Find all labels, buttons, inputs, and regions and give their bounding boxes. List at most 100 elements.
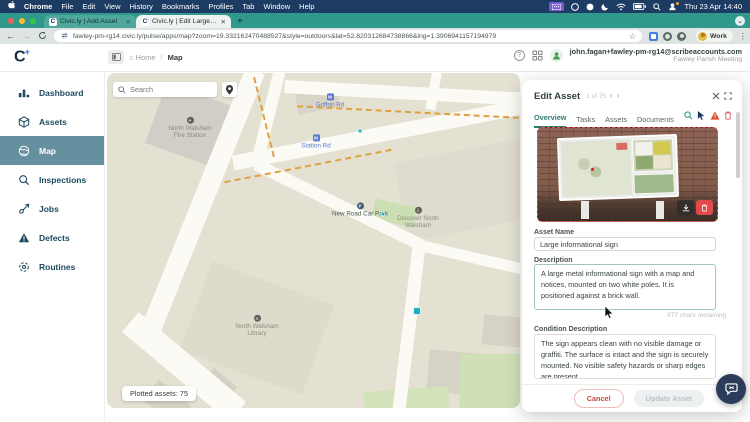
map-poi-library[interactable]: ≡ North Walsham Library	[231, 314, 283, 337]
tab-overview[interactable]: Overview	[534, 113, 567, 128]
map-canvas[interactable]: + North Walsham Fire Station M Griffon R…	[107, 73, 520, 408]
wifi-icon[interactable]	[616, 3, 626, 11]
asset-name-input[interactable]	[534, 237, 716, 251]
close-tab-icon[interactable]: ✕	[221, 18, 226, 26]
map-layers-button[interactable]	[222, 82, 237, 97]
sidebar-item-routines[interactable]: Routines	[0, 252, 104, 281]
menubar-clock[interactable]: Thu 23 Apr 14:40	[684, 2, 742, 11]
browser-tab-edit-asset[interactable]: C- Civic.ly | Edit Large informati... ✕	[136, 15, 231, 28]
panel-scrollbar[interactable]	[736, 112, 740, 178]
fire-station-icon: +	[186, 116, 194, 124]
poi-label: North Walsham Fire Station	[168, 124, 212, 139]
sidebar-item-assets[interactable]: Assets	[0, 107, 104, 136]
extension-icon-circle[interactable]	[663, 31, 672, 41]
menu-tab[interactable]: Tab	[242, 2, 254, 11]
close-panel-button[interactable]	[712, 87, 720, 105]
sidebar-item-map[interactable]: Map	[0, 136, 104, 165]
menu-window[interactable]: Window	[263, 2, 290, 11]
description-textarea[interactable]: A large metal informational sign with a …	[534, 264, 716, 310]
condition-description-textarea[interactable]: The sign appears clean with no visible d…	[534, 334, 716, 379]
chrome-menu-icon[interactable]: ⋮	[739, 32, 747, 41]
next-asset-button[interactable]: ›	[617, 92, 620, 100]
status-icon[interactable]	[571, 2, 580, 11]
sidebar-item-jobs[interactable]: Jobs	[0, 194, 104, 223]
menu-edit[interactable]: Edit	[82, 2, 95, 11]
site-settings-icon[interactable]	[60, 27, 69, 45]
chat-fab-button[interactable]	[716, 374, 746, 404]
sidebar-item-dashboard[interactable]: Dashboard	[0, 78, 104, 107]
asset-marker[interactable]	[380, 211, 386, 217]
minimize-window-button[interactable]	[19, 17, 25, 24]
cancel-button[interactable]: Cancel	[573, 389, 624, 408]
extensions-menu-icon[interactable]	[677, 31, 686, 41]
poi-label: Station Rd	[301, 142, 331, 150]
battery-icon	[633, 3, 647, 10]
sidebar-toggle-button[interactable]	[108, 50, 124, 64]
map-search-input[interactable]	[130, 85, 210, 94]
panel-title: Edit Asset	[534, 90, 581, 102]
menu-profiles[interactable]: Profiles	[208, 2, 233, 11]
delete-asset-icon[interactable]	[724, 107, 732, 125]
window-controls[interactable]	[0, 13, 44, 28]
asset-marker-selected[interactable]	[413, 307, 421, 315]
asset-marker[interactable]	[357, 128, 363, 134]
sidebar-item-label: Routines	[39, 261, 76, 272]
moon-icon[interactable]	[601, 3, 609, 11]
inspect-asset-icon[interactable]	[684, 107, 693, 125]
forward-button: →	[22, 31, 31, 41]
expand-panel-button[interactable]	[724, 87, 732, 105]
wrench-icon	[19, 203, 30, 214]
update-asset-button[interactable]: Update Asset	[633, 390, 704, 407]
user-avatar[interactable]	[549, 49, 563, 63]
focus-mode-icon[interactable]	[668, 2, 680, 11]
sidebar-item-label: Assets	[39, 116, 67, 127]
menu-chrome[interactable]: Chrome	[24, 2, 52, 11]
apps-grid-button[interactable]	[532, 50, 543, 61]
help-button[interactable]: ?	[513, 50, 525, 62]
menu-bookmarks[interactable]: Bookmarks	[162, 2, 200, 11]
map-poi-fire-station[interactable]: + North Walsham Fire Station	[164, 116, 216, 139]
profile-name: Work	[710, 32, 727, 40]
spotlight-icon[interactable]	[653, 2, 661, 11]
civic-logo[interactable]: C+	[14, 47, 30, 66]
map-search-box[interactable]	[113, 82, 217, 97]
breadcrumb-current: Map	[167, 52, 183, 62]
breadcrumb-home[interactable]: ⌂ Home	[129, 53, 156, 62]
download-photo-button[interactable]	[677, 200, 694, 215]
close-window-button[interactable]	[8, 17, 14, 24]
user-identity[interactable]: john.fagan+fawley-pm-rg14@scribeaccounts…	[570, 47, 742, 65]
input-source-icon[interactable]	[549, 2, 565, 11]
status-icon-2[interactable]	[586, 3, 594, 11]
select-asset-icon[interactable]	[697, 107, 706, 125]
sidebar-item-inspections[interactable]: Inspections	[0, 165, 104, 194]
sidebar-item-defects[interactable]: Defects	[0, 223, 104, 252]
map-poi-station[interactable]: M Station Rd	[290, 134, 342, 149]
tab-search-caret[interactable]: ⌄	[735, 16, 745, 26]
browser-profile-chip[interactable]: Work	[696, 30, 733, 42]
close-tab-icon[interactable]: ✕	[126, 18, 131, 26]
tab-title: Civic.ly | Edit Large informati...	[152, 18, 218, 25]
delete-photo-button[interactable]	[696, 200, 713, 215]
edit-asset-panel: Edit Asset 1 of 75 ‹ › Overview Tasks As…	[522, 80, 742, 412]
map-poi-griffon[interactable]: M Griffon Rd	[304, 93, 356, 108]
report-defect-icon[interactable]	[710, 107, 720, 125]
zoom-window-button[interactable]	[30, 17, 36, 24]
browser-toolbar: ← → fawley-pm-rg14.civic.ly/pulse/apps/m…	[0, 28, 750, 44]
sidebar-item-label: Dashboard	[39, 87, 84, 98]
profile-avatar	[698, 31, 707, 41]
menu-history[interactable]: History	[130, 2, 153, 11]
address-bar[interactable]: fawley-pm-rg14.civic.ly/pulse/apps/map?z…	[54, 30, 642, 42]
prev-asset-button[interactable]: ‹	[610, 92, 613, 100]
menu-file[interactable]: File	[61, 2, 73, 11]
apple-menu-icon[interactable]	[8, 1, 16, 12]
map-poi-discover[interactable]: i Discover North Walsham	[392, 206, 444, 229]
extension-icon-blue[interactable]	[649, 31, 658, 41]
reload-button[interactable]	[38, 31, 47, 42]
asset-photo[interactable]	[537, 127, 718, 222]
new-tab-button[interactable]: +	[237, 16, 243, 28]
browser-tab-add-asset[interactable]: C- Civic.ly | Add Asset ✕	[44, 15, 136, 28]
back-button[interactable]: ←	[6, 31, 15, 41]
bookmark-star-icon[interactable]: ☆	[629, 32, 636, 41]
menu-view[interactable]: View	[104, 2, 120, 11]
menu-help[interactable]: Help	[299, 2, 314, 11]
